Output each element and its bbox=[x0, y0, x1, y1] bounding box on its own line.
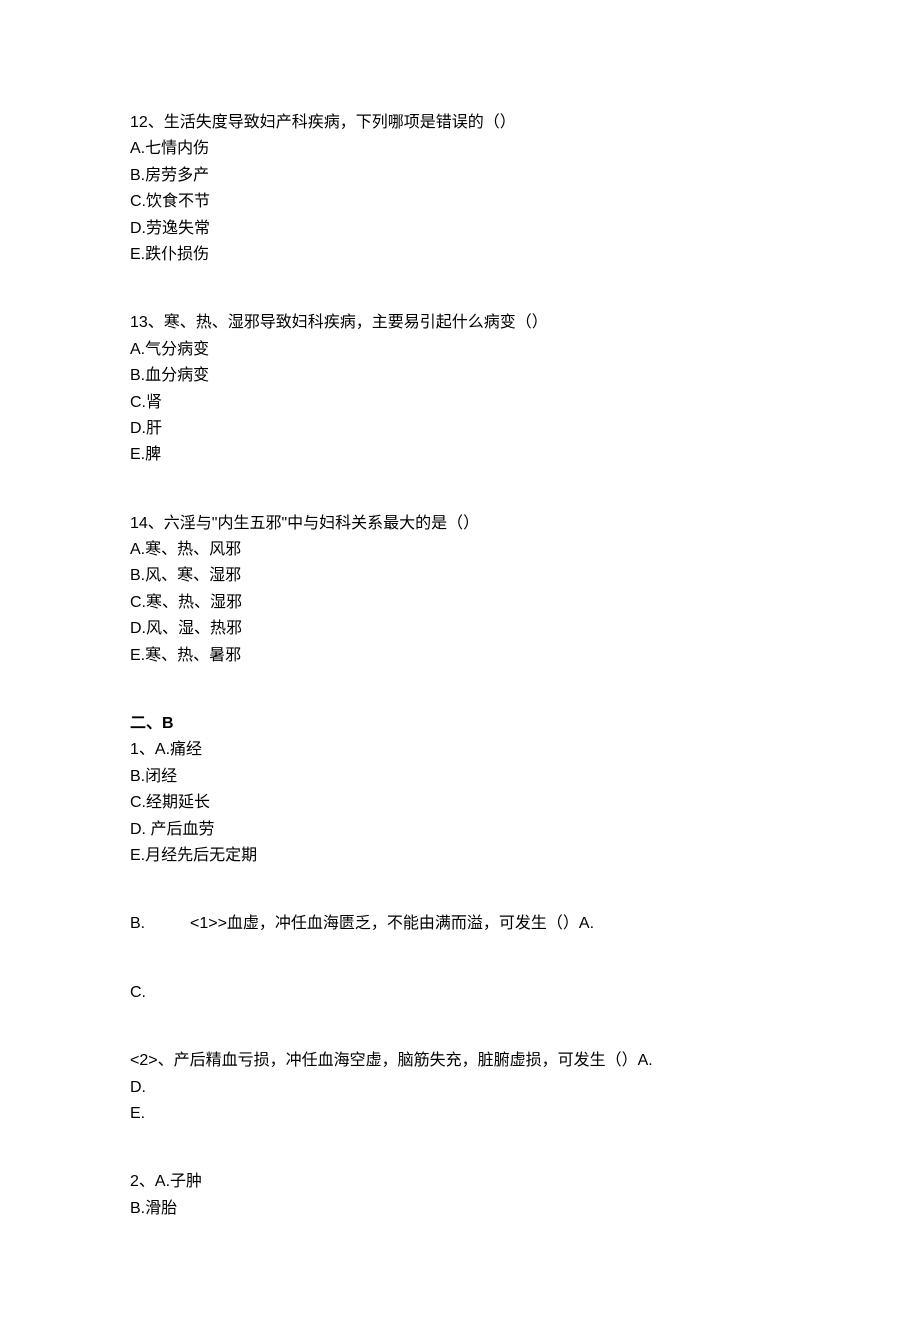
label-d: D. bbox=[130, 1075, 790, 1101]
option-e: E.寒、热、暑邪 bbox=[130, 643, 790, 669]
option-e: E.跌仆损伤 bbox=[130, 242, 790, 268]
option-d: D. 产后血劳 bbox=[130, 817, 790, 843]
option-e: E.月经先后无定期 bbox=[130, 843, 790, 869]
option-a: 2、A.子肿 bbox=[130, 1169, 790, 1195]
option-c: C.经期延长 bbox=[130, 790, 790, 816]
section-b-sub2: <2>、产后精血亏损，冲任血海空虚，脑筋失充，脏腑虚损，可发生（）A. D. E… bbox=[130, 1048, 790, 1127]
label-e: E. bbox=[130, 1101, 790, 1127]
option-a: 1、A.痛经 bbox=[130, 737, 790, 763]
option-c: C.饮食不节 bbox=[130, 189, 790, 215]
option-c: C.肾 bbox=[130, 390, 790, 416]
question-stem: 12、生活失度导致妇产科疾病，下列哪项是错误的（） bbox=[130, 110, 790, 136]
document-page: 12、生活失度导致妇产科疾病，下列哪项是错误的（） A.七情内伤 B.房劳多产 … bbox=[0, 0, 920, 1344]
sub2-text: <2>、产后精血亏损，冲任血海空虚，脑筋失充，脏腑虚损，可发生（）A. bbox=[130, 1048, 790, 1074]
section-b-label-c: C. bbox=[130, 980, 790, 1006]
option-b: B.血分病变 bbox=[130, 363, 790, 389]
option-b: B.闭经 bbox=[130, 764, 790, 790]
option-a: A.寒、热、风邪 bbox=[130, 537, 790, 563]
option-c: C.寒、热、湿邪 bbox=[130, 590, 790, 616]
question-stem: 13、寒、热、湿邪导致妇科疾病，主要易引起什么病变（） bbox=[130, 310, 790, 336]
label-b: B. bbox=[130, 911, 190, 937]
option-d: D.风、湿、热邪 bbox=[130, 616, 790, 642]
question-13: 13、寒、热、湿邪导致妇科疾病，主要易引起什么病变（） A.气分病变 B.血分病… bbox=[130, 310, 790, 468]
option-b: B.风、寒、湿邪 bbox=[130, 563, 790, 589]
option-b: B.房劳多产 bbox=[130, 163, 790, 189]
sub-line-b: B. <1>>血虚，冲任血海匮乏，不能由满而溢，可发生（）A. bbox=[130, 911, 790, 937]
label-c: C. bbox=[130, 980, 790, 1006]
option-d: D.肝 bbox=[130, 416, 790, 442]
section-b-q1-options: 二、B 1、A.痛经 B.闭经 C.经期延长 D. 产后血劳 E.月经先后无定期 bbox=[130, 711, 790, 869]
question-12: 12、生活失度导致妇产科疾病，下列哪项是错误的（） A.七情内伤 B.房劳多产 … bbox=[130, 110, 790, 268]
section-header: 二、B bbox=[130, 711, 790, 737]
sub1-text: <1>>血虚，冲任血海匮乏，不能由满而溢，可发生（）A. bbox=[190, 911, 594, 937]
section-b-q2-options: 2、A.子肿 B.滑胎 bbox=[130, 1169, 790, 1222]
option-a: A.气分病变 bbox=[130, 337, 790, 363]
section-b-sub1: B. <1>>血虚，冲任血海匮乏，不能由满而溢，可发生（）A. bbox=[130, 911, 790, 937]
question-stem: 14、六淫与"内生五邪"中与妇科关系最大的是（） bbox=[130, 511, 790, 537]
option-b: B.滑胎 bbox=[130, 1196, 790, 1222]
question-14: 14、六淫与"内生五邪"中与妇科关系最大的是（） A.寒、热、风邪 B.风、寒、… bbox=[130, 511, 790, 669]
option-d: D.劳逸失常 bbox=[130, 216, 790, 242]
option-a: A.七情内伤 bbox=[130, 136, 790, 162]
option-e: E.脾 bbox=[130, 442, 790, 468]
